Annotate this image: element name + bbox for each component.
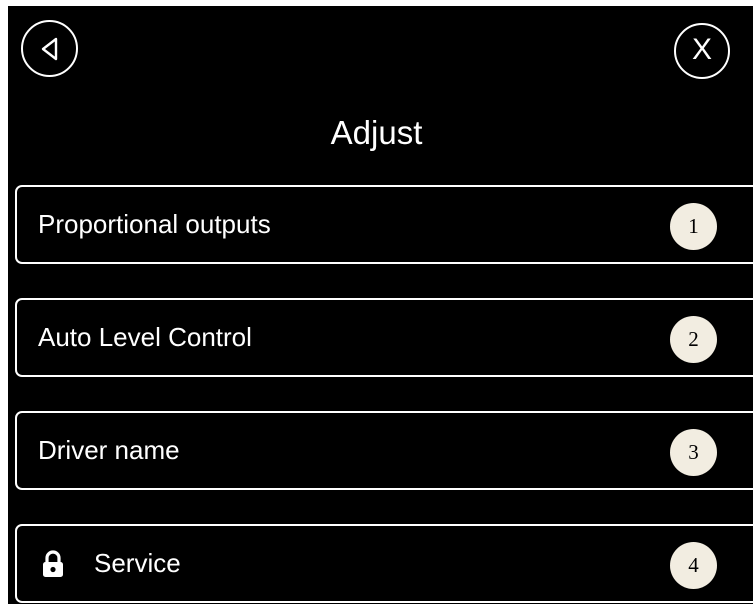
menu-item-label: Driver name (38, 435, 180, 465)
number-badge: 2 (670, 316, 717, 363)
adjust-screen: X Adjust Proportional outputs 1 Auto Lev… (0, 0, 753, 604)
number-badge: 1 (670, 203, 717, 250)
close-button[interactable]: X (674, 23, 730, 79)
close-label: X (691, 33, 712, 66)
back-button[interactable] (21, 20, 78, 77)
menu-item-auto-level-control[interactable]: Auto Level Control 2 (15, 298, 753, 377)
menu-item-label: Service (94, 548, 181, 578)
menu-item-driver-name[interactable]: Driver name 3 (15, 411, 753, 490)
screen-edge-left (0, 0, 8, 604)
lock-icon (43, 550, 63, 577)
number-badge: 4 (670, 542, 717, 589)
back-triangle-icon (41, 37, 57, 60)
menu-item-proportional-outputs[interactable]: Proportional outputs 1 (15, 185, 753, 264)
menu-item-service[interactable]: Service 4 (15, 524, 753, 603)
menu-item-label: Auto Level Control (38, 322, 252, 352)
page-title: Adjust (330, 114, 423, 151)
number-badge: 3 (670, 429, 717, 476)
screen-edge-top (0, 0, 753, 6)
menu-item-label: Proportional outputs (38, 209, 271, 239)
